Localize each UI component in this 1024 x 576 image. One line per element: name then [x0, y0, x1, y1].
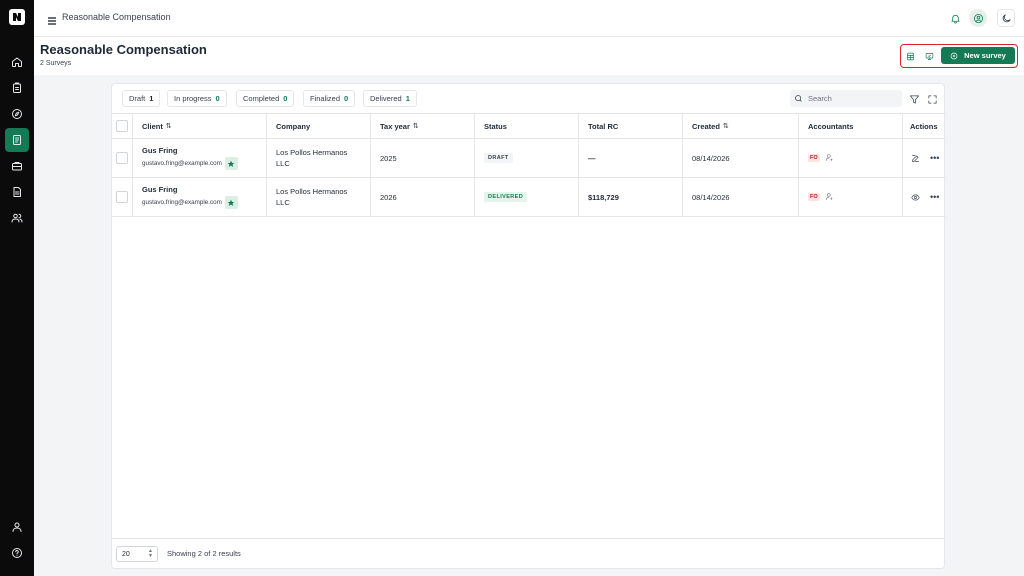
total-rc: $118,729 [579, 178, 683, 216]
more-icon[interactable]: ••• [930, 154, 939, 163]
client-name[interactable]: Gus Fring [142, 185, 238, 194]
new-survey-button[interactable]: New survey [941, 47, 1015, 64]
add-accountant-icon[interactable] [825, 153, 834, 164]
page-size-select[interactable]: 20 ▲ ▼ [116, 546, 158, 562]
add-accountant-icon[interactable] [825, 192, 834, 203]
search-input[interactable] [808, 94, 893, 103]
table-view-icon[interactable] [904, 50, 916, 62]
column-tax-year[interactable]: Tax year ⇅ [371, 114, 475, 138]
table-footer: 20 ▲ ▼ Showing 2 of 2 results [112, 538, 944, 568]
table-bottom-border [112, 216, 946, 217]
moon-icon[interactable] [997, 9, 1015, 27]
clipboard-icon[interactable] [5, 76, 29, 100]
column-accountants[interactable]: Accountants [799, 114, 903, 138]
star-icon[interactable] [224, 157, 238, 170]
column-status[interactable]: Status [475, 114, 579, 138]
sidebar [0, 0, 34, 576]
status-badge: DRAFT [484, 153, 513, 163]
table-row[interactable]: Gus Fring gustavo.fring@example.com Los … [112, 138, 946, 177]
help-icon[interactable] [5, 541, 29, 565]
top-bar: Reasonable Compensation [34, 0, 1024, 37]
search-icon [795, 95, 802, 102]
accountant-avatar[interactable]: FO [808, 193, 820, 201]
page-subtitle: 2 Surveys [40, 60, 72, 67]
row-checkbox[interactable] [116, 152, 128, 164]
column-total-rc[interactable]: Total RC [579, 114, 683, 138]
created-date: 08/14/2026 [683, 139, 799, 177]
filter-icon[interactable] [909, 92, 920, 104]
new-survey-label: New survey [964, 51, 1006, 60]
menu-icon[interactable] [47, 13, 57, 25]
briefcase-icon[interactable] [5, 154, 29, 178]
sort-icon: ⇅ [165, 123, 172, 130]
status-badge: DELIVERED [484, 192, 528, 202]
plus-circle-icon [950, 52, 958, 59]
tax-year: 2025 [371, 139, 475, 177]
filter-delivered[interactable]: Delivered 1 [363, 90, 417, 107]
page-title: Reasonable Compensation [40, 42, 207, 57]
header-action-group: New survey [900, 44, 1018, 68]
filter-in-progress[interactable]: In progress 0 [167, 90, 227, 107]
surveys-card: Draft 1 In progress 0 Completed 0 Finalized… [111, 83, 946, 569]
survey-icon[interactable] [5, 128, 29, 152]
home-icon[interactable] [5, 50, 29, 74]
column-company[interactable]: Company [267, 114, 371, 138]
compass-icon[interactable] [5, 102, 29, 126]
edit-icon[interactable] [910, 153, 920, 163]
sort-icon: ⇅ [412, 123, 419, 130]
total-rc: — [579, 139, 683, 177]
account-icon[interactable] [969, 9, 987, 27]
fullscreen-icon[interactable] [927, 92, 938, 104]
filter-finalized[interactable]: Finalized 0 [303, 90, 356, 107]
user-icon[interactable] [5, 515, 29, 539]
client-name[interactable]: Gus Fring [142, 146, 238, 155]
accountant-avatar[interactable]: FO [808, 154, 820, 162]
bell-icon[interactable] [946, 9, 964, 27]
filter-completed[interactable]: Completed 0 [236, 90, 295, 107]
created-date: 08/14/2026 [683, 178, 799, 216]
row-checkbox[interactable] [116, 191, 128, 203]
client-email: gustavo.fring@example.com [142, 199, 222, 206]
view-icon[interactable] [910, 192, 920, 202]
tax-year: 2026 [371, 178, 475, 216]
column-actions: Actions [910, 121, 938, 131]
select-all-checkbox[interactable] [116, 120, 128, 132]
sort-icon: ⇅ [722, 123, 729, 130]
presentation-icon[interactable] [923, 50, 935, 62]
app-title: Reasonable Compensation [62, 12, 171, 22]
company-name: Los Pollos Hermanos [276, 187, 348, 196]
more-icon[interactable]: ••• [930, 193, 939, 202]
company-name: Los Pollos Hermanos [276, 148, 348, 157]
app-logo[interactable] [9, 9, 25, 25]
stepper-arrows-icon: ▲ ▼ [148, 548, 153, 559]
search-box [790, 90, 902, 107]
star-icon[interactable] [224, 196, 238, 209]
column-created[interactable]: Created ⇅ [683, 114, 799, 138]
results-count: Showing 2 of 2 results [167, 549, 241, 558]
column-client[interactable]: Client ⇅ [133, 114, 267, 138]
table-row[interactable]: Gus Fring gustavo.fring@example.com Los … [112, 177, 946, 216]
page-header: Reasonable Compensation 2 Surveys New su… [34, 37, 1024, 75]
filter-draft[interactable]: Draft 1 [122, 90, 161, 107]
document-icon[interactable] [5, 180, 29, 204]
surveys-table: Client ⇅ Company Tax year ⇅ Status Total R… [112, 113, 946, 217]
users-icon[interactable] [5, 206, 29, 230]
table-header-row: Client ⇅ Company Tax year ⇅ Status Total R… [112, 113, 946, 138]
client-email: gustavo.fring@example.com [142, 160, 222, 167]
